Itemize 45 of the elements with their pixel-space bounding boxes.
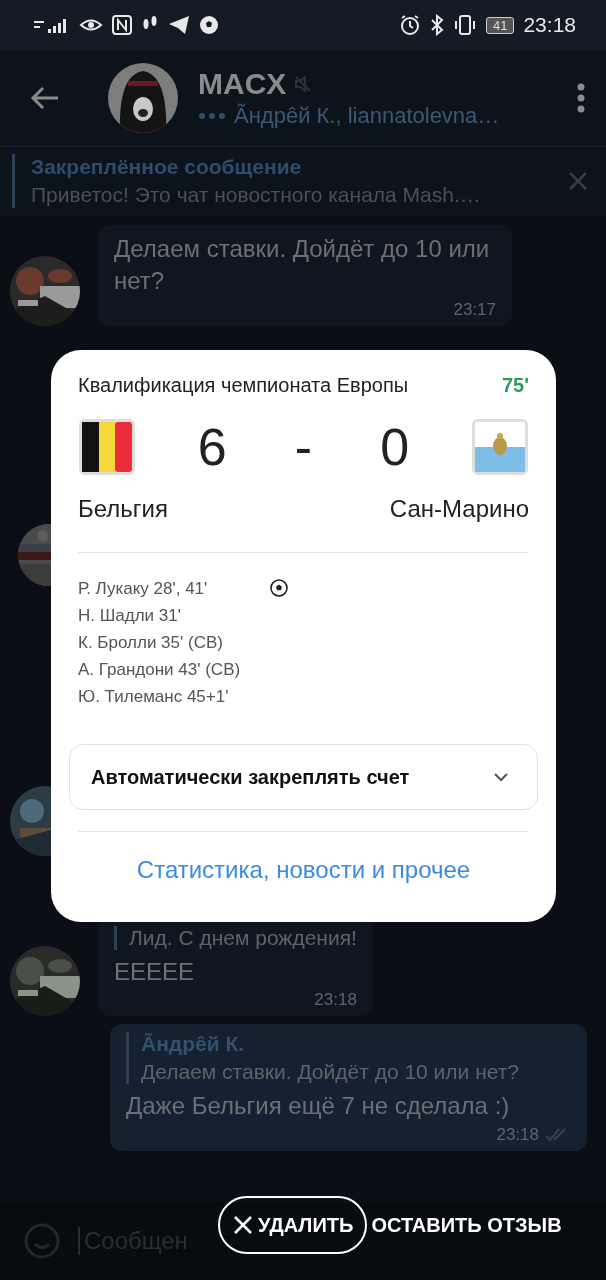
feedback-link[interactable]: ОСТАВИТЬ ОТЗЫВ <box>371 1213 562 1237</box>
menu-icon[interactable] <box>576 82 586 113</box>
reply-text: Делаем ставки. Дойдёт до 10 или нет? <box>141 1060 521 1085</box>
typing-dots-icon <box>198 111 226 120</box>
home-team: Бельгия <box>78 495 168 523</box>
home-score: 6 <box>196 417 228 477</box>
message-text: Делаем ставки. Дойдёт до 10 или нет? <box>114 234 491 297</box>
soccer-ball-icon <box>270 579 289 597</box>
chat-title: MACX <box>198 66 287 101</box>
chat-subtitle: Ãндрêй К., liannatolevna… <box>234 102 500 129</box>
close-icon <box>234 1216 252 1234</box>
message-time: 23:18 <box>314 990 357 1011</box>
scorer: Ю. Тилеманс 45+1' <box>78 686 230 708</box>
chevron-icon <box>493 772 509 782</box>
auto-pin-dropdown[interactable]: Автоматически закреплять счет <box>69 744 538 810</box>
match-minute: 75' <box>502 374 529 397</box>
soccer-ball-icon <box>199 15 219 35</box>
dismiss-button[interactable]: УДАЛИТЬ <box>218 1196 368 1254</box>
reply-author: Ãндрêй К. <box>141 1032 246 1057</box>
back-arrow-icon[interactable] <box>30 85 60 110</box>
scorer: Р. Лукаку 28', 41' <box>78 578 209 600</box>
alarm-icon <box>398 14 421 36</box>
message-text: ЕЕЕЕЕ <box>114 956 196 987</box>
reply-text: Лид. С днем рождения! <box>129 925 357 950</box>
paper-plane-icon <box>168 15 190 35</box>
battery-level: 41 <box>485 16 515 34</box>
score-separator: - <box>293 417 314 477</box>
scorer: Н. Шадли 31' <box>78 605 182 627</box>
message-text: Даже Бельгия ещё 7 не сделала :) <box>126 1091 511 1122</box>
bluetooth-icon <box>429 14 444 36</box>
scorer: К. Бролли 35' (СВ) <box>78 632 224 654</box>
pinned-title: Закреплённое сообщение <box>31 155 303 179</box>
away-score: 0 <box>379 417 411 477</box>
clock-time: 23:18 <box>523 13 576 37</box>
statistics-link[interactable]: Статистика, новости и прочее <box>136 856 471 884</box>
tournament-title: Квалификация чемпионата Европы <box>78 374 409 397</box>
message-time: 23:18 <box>496 1124 539 1145</box>
scorer: А. Грандони 43' (СВ) <box>78 659 241 681</box>
flag-icon <box>78 418 136 476</box>
vibrate-icon <box>452 14 477 36</box>
away-team: Сан-Марино <box>389 495 529 523</box>
pinned-text: Приветос! Это чат новостного канала Mash.… <box>31 183 482 207</box>
nfc-icon <box>112 15 132 35</box>
flag-icon <box>471 418 529 476</box>
message-time: 23:17 <box>453 299 496 320</box>
